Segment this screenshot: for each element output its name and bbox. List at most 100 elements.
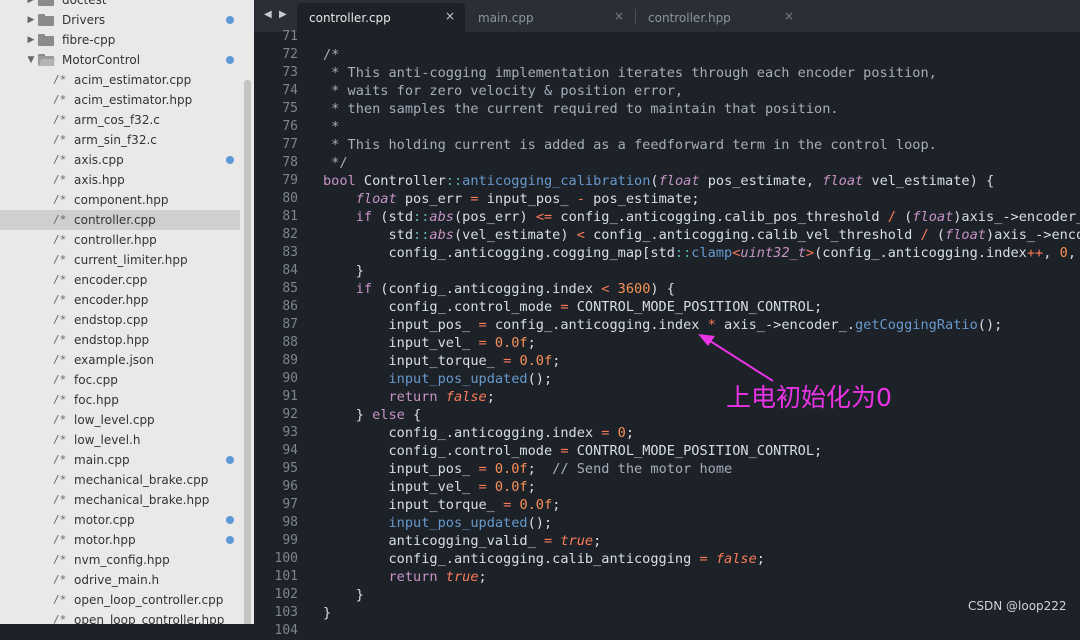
close-icon[interactable]: ×: [445, 9, 455, 23]
file-row[interactable]: /* low_level.h: [0, 430, 240, 450]
code-line[interactable]: * This holding current is added as a fee…: [323, 136, 937, 154]
modified-dot-icon: [226, 16, 234, 24]
code-line[interactable]: config_.anticogging.cogging_map[std::cla…: [323, 244, 1080, 262]
file-code-icon: /*: [53, 233, 67, 246]
code-line[interactable]: input_vel_ = 0.0f;: [323, 334, 535, 352]
code-line[interactable]: input_pos_ = config_.anticogging.index *…: [323, 316, 1002, 334]
sidebar-scrollbar[interactable]: [244, 80, 251, 624]
file-row[interactable]: /* component.hpp: [0, 190, 240, 210]
tab-main-cpp[interactable]: main.cpp ×: [466, 3, 634, 32]
code-line[interactable]: if (config_.anticogging.index < 3600) {: [323, 280, 675, 298]
file-row[interactable]: /* controller.cpp: [0, 210, 240, 230]
code-line[interactable]: config_.control_mode = CONTROL_MODE_POSI…: [323, 442, 822, 460]
code-token: <=: [535, 209, 553, 225]
file-row[interactable]: /* arm_sin_f32.c: [0, 130, 240, 150]
back-arrow-icon[interactable]: ◀: [264, 9, 272, 20]
file-row[interactable]: /* mechanical_brake.hpp: [0, 490, 240, 510]
line-number: 99: [282, 533, 298, 548]
code-token: input_vel_: [323, 335, 479, 351]
code-line[interactable]: return false;: [323, 388, 494, 406]
file-code-icon: /*: [53, 73, 67, 86]
chevron-right-icon[interactable]: ▶: [26, 10, 36, 30]
file-row[interactable]: /* mechanical_brake.cpp: [0, 470, 240, 490]
code-line[interactable]: input_vel_ = 0.0f;: [323, 478, 535, 496]
file-row[interactable]: /* acim_estimator.cpp: [0, 70, 240, 90]
file-code-icon: /*: [53, 553, 67, 566]
code-token: anticogging_valid_: [323, 533, 544, 549]
code-line[interactable]: input_torque_ = 0.0f;: [323, 352, 560, 370]
code-line[interactable]: }: [323, 586, 364, 604]
close-icon[interactable]: ×: [784, 9, 794, 23]
file-row[interactable]: /* endstop.cpp: [0, 310, 240, 330]
code-token: input_pos_: [323, 317, 479, 333]
file-label: odrive_main.h: [74, 573, 160, 587]
code-line[interactable]: std::abs(vel_estimate) < config_.anticog…: [323, 226, 1080, 244]
code-token: ::: [674, 245, 692, 261]
code-line[interactable]: input_pos_ = 0.0f; // Send the motor hom…: [323, 460, 732, 478]
code-token: (: [928, 227, 946, 243]
code-token: CONTROL_MODE_POSITION_CONTROL;: [568, 299, 823, 315]
close-icon[interactable]: ×: [614, 9, 624, 23]
code-line[interactable]: * This anti-cogging implementation itera…: [323, 64, 937, 82]
file-row[interactable]: /* nvm_config.hpp: [0, 550, 240, 570]
code-line[interactable]: bool Controller::anticogging_calibration…: [323, 172, 994, 190]
file-row[interactable]: /* endstop.hpp: [0, 330, 240, 350]
code-editor[interactable]: /* * This anti-cogging implementation it…: [323, 32, 1080, 624]
code-line[interactable]: /*: [323, 46, 339, 64]
file-row[interactable]: /* encoder.hpp: [0, 290, 240, 310]
file-row[interactable]: /* axis.hpp: [0, 170, 240, 190]
tab-controller-hpp[interactable]: controller.hpp ×: [636, 3, 804, 32]
file-row[interactable]: /* motor.hpp: [0, 530, 240, 550]
file-row[interactable]: /* current_limiter.hpp: [0, 250, 240, 270]
chevron-right-icon[interactable]: ▶: [26, 0, 36, 10]
file-row[interactable]: /* odrive_main.h: [0, 570, 240, 590]
code-line[interactable]: config_.anticogging.index = 0;: [323, 424, 634, 442]
code-line[interactable]: */: [323, 154, 347, 172]
code-line[interactable]: }: [323, 262, 364, 280]
folder-row[interactable]: ▶ doctest: [0, 0, 240, 10]
file-sidebar: ▶ doctest ▶ Drivers ▶ fibre-cpp ▼ MotorControl /…: [0, 0, 254, 624]
code-line[interactable]: config_.anticogging.calib_anticogging = …: [323, 550, 765, 568]
code-line[interactable]: config_.control_mode = CONTROL_MODE_POSI…: [323, 298, 822, 316]
code-line[interactable]: input_pos_updated();: [323, 370, 552, 388]
file-row[interactable]: /* encoder.cpp: [0, 270, 240, 290]
file-row[interactable]: /* example.json: [0, 350, 240, 370]
folder-row[interactable]: ▼ MotorControl: [0, 50, 240, 70]
file-row[interactable]: /* main.cpp: [0, 450, 240, 470]
forward-arrow-icon[interactable]: ▶: [279, 9, 287, 20]
folder-row[interactable]: ▶ Drivers: [0, 10, 240, 30]
code-line[interactable]: } else {: [323, 406, 422, 424]
file-row[interactable]: /* axis.cpp: [0, 150, 240, 170]
code-line[interactable]: return true;: [323, 568, 486, 586]
code-line[interactable]: if (std::abs(pos_err) <= config_.anticog…: [323, 208, 1080, 226]
file-row[interactable]: /* motor.cpp: [0, 510, 240, 530]
file-row[interactable]: /* foc.hpp: [0, 390, 240, 410]
code-line[interactable]: * then samples the current required to m…: [323, 100, 838, 118]
code-token: abs: [429, 209, 454, 225]
file-row[interactable]: /* acim_estimator.hpp: [0, 90, 240, 110]
code-line[interactable]: input_pos_updated();: [323, 514, 552, 532]
code-line[interactable]: input_torque_ = 0.0f;: [323, 496, 560, 514]
code-line[interactable]: *: [323, 118, 339, 136]
file-row[interactable]: /* open_loop_controller.cpp: [0, 590, 240, 610]
file-row[interactable]: /* arm_cos_f32.c: [0, 110, 240, 130]
file-label: main.cpp: [74, 453, 130, 467]
chevron-down-icon[interactable]: ▼: [26, 50, 36, 70]
file-row[interactable]: /* foc.cpp: [0, 370, 240, 390]
file-label: controller.cpp: [74, 213, 156, 227]
file-row[interactable]: /* controller.hpp: [0, 230, 240, 250]
code-token: ;: [527, 461, 553, 477]
chevron-right-icon[interactable]: ▶: [26, 30, 36, 50]
code-token: )axis_->encoder_.config_.cpr) {: [985, 227, 1080, 243]
code-line[interactable]: anticogging_valid_ = true;: [323, 532, 601, 550]
code-line[interactable]: * waits for zero velocity & position err…: [323, 82, 683, 100]
tab-controller-cpp[interactable]: controller.cpp ×: [297, 3, 465, 32]
folder-row[interactable]: ▶ fibre-cpp: [0, 30, 240, 50]
file-row[interactable]: /* open_loop_controller.hpp: [0, 610, 240, 624]
file-row[interactable]: /* low_level.cpp: [0, 410, 240, 430]
code-line[interactable]: }: [323, 604, 331, 622]
code-line[interactable]: float pos_err = input_pos_ - pos_estimat…: [323, 190, 700, 208]
